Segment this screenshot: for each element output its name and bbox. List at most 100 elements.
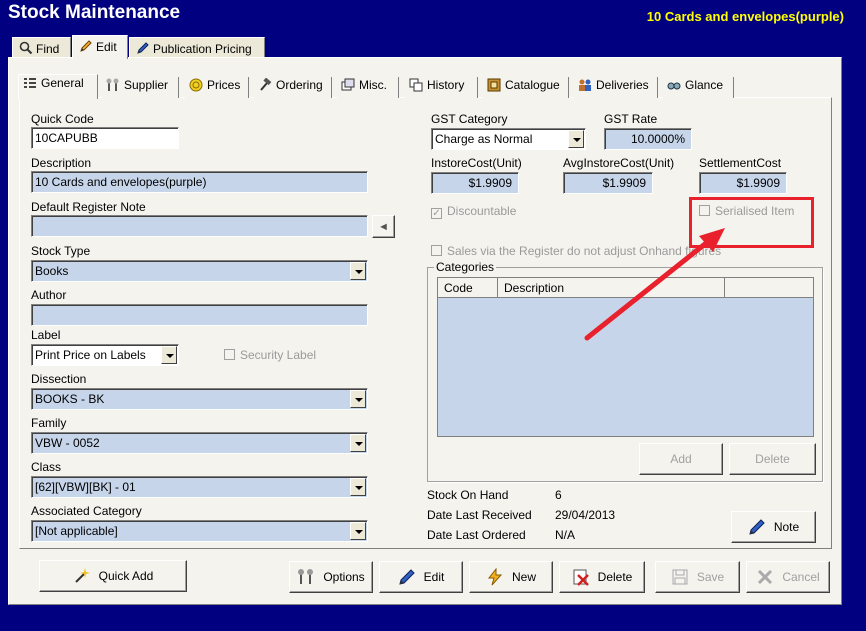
coin-icon <box>189 78 203 92</box>
tab-misc[interactable]: Misc. <box>337 77 399 98</box>
default-register-note-input[interactable] <box>31 215 368 237</box>
stock-type-label: Stock Type <box>31 244 91 258</box>
catalogue-icon <box>487 78 501 92</box>
delete-button[interactable]: Delete <box>559 561 645 593</box>
column-header-extra[interactable] <box>725 278 813 298</box>
checkbox-box <box>224 349 235 360</box>
cancel-button[interactable]: Cancel <box>746 561 830 593</box>
tools-icon <box>297 567 315 585</box>
family-select[interactable]: VBW - 0052 <box>31 432 368 454</box>
discountable-text: Discountable <box>447 204 517 218</box>
tab-catalogue[interactable]: Catalogue <box>483 77 569 98</box>
tab-history-label: History <box>427 78 465 92</box>
arrow-left-icon: ◄ <box>378 221 389 233</box>
associated-category-label: Associated Category <box>31 504 142 518</box>
annotation-arrow-icon <box>584 228 725 341</box>
chevron-down-icon[interactable] <box>350 390 366 408</box>
label-value: Print Price on Labels <box>35 348 146 362</box>
tab-ordering[interactable]: Ordering <box>254 77 332 98</box>
dissection-select[interactable]: BOOKS - BK <box>31 388 368 410</box>
chevron-down-icon[interactable] <box>350 434 366 452</box>
tab-prices-label: Prices <box>207 78 241 92</box>
hammer-icon <box>258 77 272 92</box>
quick-code-input[interactable]: 10CAPUBB <box>31 127 179 149</box>
class-select[interactable]: [62][VBW][BK] - 01 <box>31 476 368 498</box>
avg-instore-cost-label: AvgInstoreCost(Unit) <box>563 156 675 170</box>
tab-supplier-label: Supplier <box>124 78 169 92</box>
quick-add-button[interactable]: Quick Add <box>39 560 187 592</box>
chevron-down-icon[interactable] <box>350 478 366 496</box>
tools-icon <box>106 78 120 92</box>
tab-deliveries-label: Deliveries <box>596 78 649 92</box>
save-button[interactable]: Save <box>655 561 740 593</box>
settlement-cost-field: $1.9909 <box>699 172 787 194</box>
tab-find-label: Find <box>36 42 60 56</box>
lightning-icon <box>486 567 504 586</box>
gst-category-label: GST Category <box>431 112 508 126</box>
save-label: Save <box>696 570 725 584</box>
tab-glance[interactable]: Glance <box>663 77 734 98</box>
tab-prices[interactable]: Prices <box>185 77 249 98</box>
class-label: Class <box>31 460 62 474</box>
tab-publication-pricing-label: Publication Pricing <box>153 42 252 56</box>
options-label: Options <box>323 570 365 584</box>
dissection-label: Dissection <box>31 372 87 386</box>
chevron-down-icon[interactable] <box>161 346 177 364</box>
people-icon <box>578 78 592 92</box>
pencil-icon <box>398 567 416 585</box>
stock-type-value: Books <box>35 264 69 278</box>
description-input[interactable]: 10 Cards and envelopes(purple) <box>31 171 368 193</box>
floppy-icon <box>671 567 689 585</box>
gst-rate-label: GST Rate <box>604 112 658 126</box>
tab-supplier[interactable]: Supplier <box>102 77 179 98</box>
date-last-received-label: Date Last Received <box>427 508 532 522</box>
date-last-received-value: 29/04/2013 <box>555 508 616 522</box>
settlement-cost-label: SettlementCost <box>699 156 782 170</box>
new-label: New <box>511 570 536 584</box>
associated-category-value: [Not applicable] <box>35 524 118 538</box>
associated-category-select[interactable]: [Not applicable] <box>31 520 368 542</box>
delete-label: Delete <box>597 570 633 584</box>
tab-deliveries[interactable]: Deliveries <box>574 77 658 98</box>
tab-general[interactable]: General <box>18 74 98 99</box>
label-label: Label <box>31 328 61 342</box>
categories-add-button[interactable]: Add <box>639 443 723 475</box>
inner-tab-strip: General Supplier Prices Ordering Misc. H… <box>14 74 734 99</box>
security-label-checkbox[interactable]: Security Label <box>224 348 316 362</box>
options-button[interactable]: Options <box>289 561 373 593</box>
family-value: VBW - 0052 <box>35 436 100 450</box>
cancel-icon <box>756 567 774 585</box>
new-button[interactable]: New <box>469 561 553 593</box>
categories-delete-button[interactable]: Delete <box>729 443 816 475</box>
chevron-down-icon[interactable] <box>350 522 366 540</box>
description-label: Description <box>31 156 92 170</box>
label-select[interactable]: Print Price on Labels <box>31 344 179 366</box>
checkbox-box <box>431 245 442 256</box>
author-input[interactable] <box>31 304 368 326</box>
tab-general-label: General <box>41 76 84 90</box>
security-label-text: Security Label <box>240 348 317 362</box>
stock-on-hand-label: Stock On Hand <box>427 488 509 502</box>
gst-category-select[interactable]: Charge as Normal <box>431 128 586 150</box>
gst-category-value: Charge as Normal <box>435 132 533 146</box>
tab-publication-pricing[interactable]: Publication Pricing <box>129 37 265 58</box>
note-button[interactable]: Note <box>731 511 816 543</box>
tab-catalogue-label: Catalogue <box>505 78 560 92</box>
tab-edit-label: Edit <box>96 40 117 54</box>
window-title: Stock Maintenance <box>8 2 181 23</box>
discountable-checkbox[interactable]: ✓ Discountable <box>431 204 516 219</box>
quick-add-label: Quick Add <box>98 569 154 583</box>
history-icon <box>409 78 423 92</box>
chevron-down-icon[interactable] <box>350 262 366 280</box>
tab-find[interactable]: Find <box>12 37 71 58</box>
quick-code-label: Quick Code <box>31 112 94 126</box>
register-note-lookup-button[interactable]: ◄ <box>372 215 395 238</box>
tab-edit[interactable]: Edit <box>72 35 128 59</box>
tab-history[interactable]: History <box>405 77 478 98</box>
edit-button[interactable]: Edit <box>379 561 463 593</box>
window-icon <box>341 78 355 92</box>
instore-cost-field: $1.9909 <box>431 172 519 194</box>
column-header-code[interactable]: Code <box>438 278 498 298</box>
chevron-down-icon[interactable] <box>568 130 584 148</box>
stock-type-select[interactable]: Books <box>31 260 368 282</box>
